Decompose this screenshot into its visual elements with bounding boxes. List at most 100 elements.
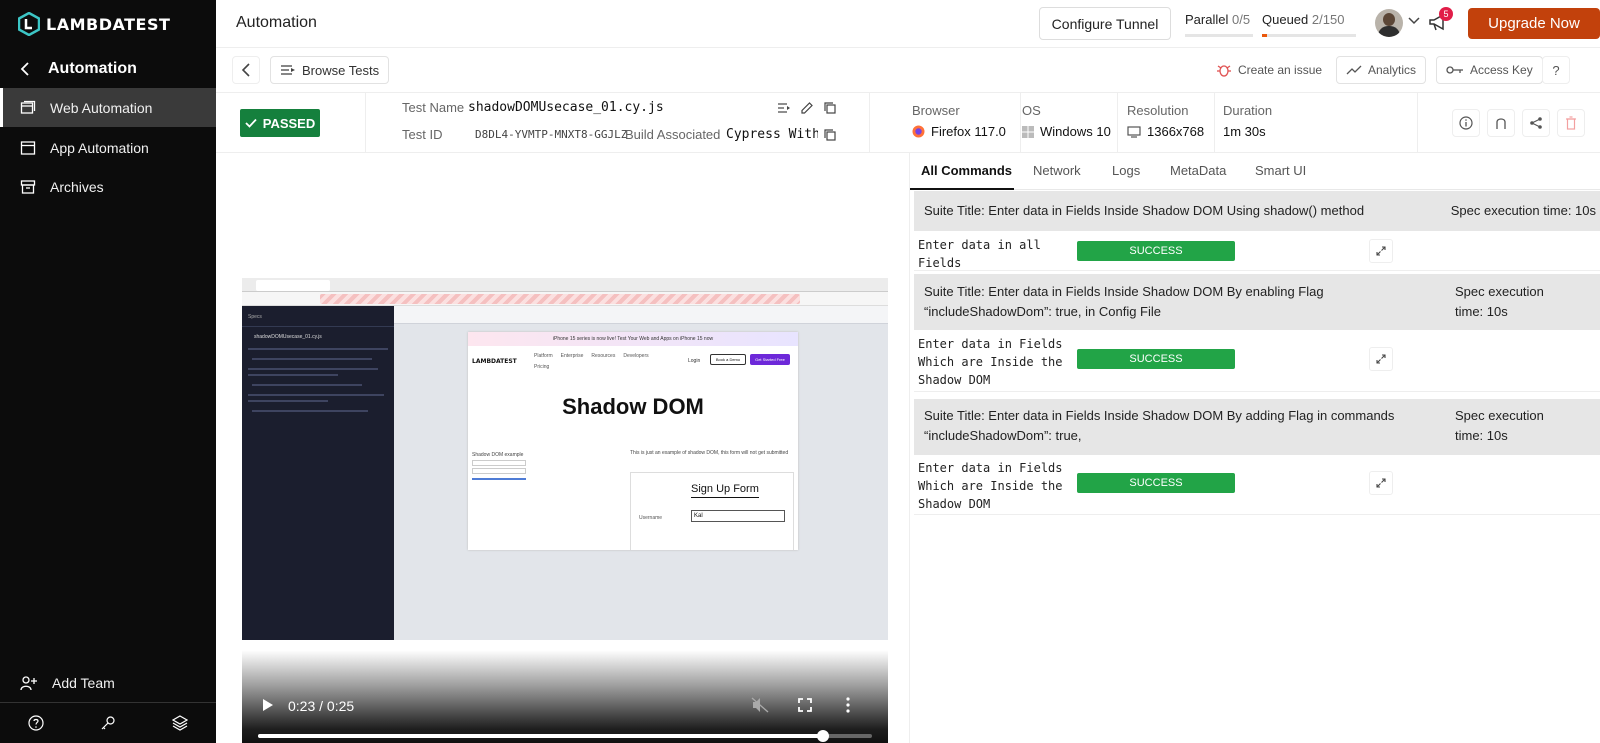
web-automation-icon [20, 100, 36, 114]
form-title: Sign Up Form [691, 483, 759, 498]
test-id-label: Test ID [402, 127, 443, 142]
sidebar-back-automation[interactable]: Automation [0, 53, 216, 85]
check-icon [245, 118, 257, 128]
spec-line [248, 368, 378, 370]
sidebar-item-label: Archives [50, 178, 104, 195]
more-vertical-icon[interactable] [845, 697, 851, 713]
mute-icon[interactable] [751, 697, 769, 713]
spec-execution-time: Spec execution time: 10s [1455, 284, 1544, 319]
avatar[interactable] [1375, 9, 1403, 37]
os-info: Windows 10 [1022, 124, 1111, 139]
status-badge: PASSED [240, 109, 320, 137]
tab-metadata[interactable]: MetaData [1170, 163, 1226, 178]
copy-icon[interactable] [823, 128, 837, 142]
inner-url-bar [394, 306, 888, 324]
access-key-button[interactable]: Access Key [1436, 56, 1543, 84]
tab-all-commands[interactable]: All Commands [921, 163, 1012, 178]
resolution-value: 1366x768 [1147, 124, 1205, 139]
cypress-spec-panel: Specs shadowDOMUsecase_01.cy.js [242, 306, 394, 640]
delete-button[interactable] [1557, 109, 1585, 137]
command-row[interactable]: Enter data in Fields Which are Inside th… [914, 455, 1600, 515]
list-play-icon[interactable] [777, 102, 791, 114]
fullscreen-icon[interactable] [798, 698, 812, 712]
command-row[interactable]: Enter data in Fields Which are Inside th… [914, 332, 1600, 392]
sidebar-item-web-automation[interactable]: Web Automation [0, 88, 216, 127]
build-link[interactable]: Cypress With… [726, 127, 818, 142]
play-icon[interactable] [260, 698, 274, 712]
chevron-left-icon [20, 62, 29, 76]
duration-value: 1m 30s [1223, 124, 1266, 139]
chevron-down-icon[interactable] [1408, 17, 1420, 25]
bug-icon [1217, 65, 1231, 77]
status-label: PASSED [262, 115, 316, 131]
magnet-button[interactable] [1487, 109, 1515, 137]
parallel-bar [1185, 34, 1253, 37]
expand-button[interactable] [1369, 239, 1393, 263]
resolution-info: 1366x768 [1127, 124, 1204, 139]
configure-tunnel-button[interactable]: Configure Tunnel [1039, 7, 1171, 40]
expand-button[interactable] [1369, 347, 1393, 371]
copy-icon[interactable] [823, 101, 837, 115]
create-issue-button[interactable]: Create an issue [1206, 56, 1333, 84]
browse-tests-button[interactable]: Browse Tests [270, 56, 390, 84]
tab-logs[interactable]: Logs [1112, 163, 1140, 178]
info-icon [1459, 116, 1473, 130]
video-seek-thumb[interactable] [816, 730, 829, 742]
upgrade-button[interactable]: Upgrade Now [1468, 8, 1600, 39]
lambdatest-logo[interactable]: LAMBDATEST [18, 12, 170, 36]
recorded-slider [472, 478, 526, 480]
divider [242, 326, 394, 327]
expand-button[interactable] [1369, 471, 1393, 495]
command-text: Enter data in Fields Which are Inside th… [918, 461, 1063, 511]
queued-bar-fill [1262, 34, 1267, 37]
info-button[interactable] [1452, 109, 1480, 137]
analytics-label: Analytics [1368, 63, 1417, 77]
queued-indicator: Queued 2/150 [1262, 12, 1344, 27]
key-icon[interactable] [100, 715, 116, 731]
sidebar-item-app-automation[interactable]: App Automation [0, 128, 216, 167]
add-team-button[interactable]: Add Team [0, 663, 216, 702]
spec-file-name: shadowDOMUsecase_01.cy.js [254, 334, 322, 340]
edit-pencil-icon[interactable] [800, 101, 814, 115]
brand-name: LAMBDATEST [46, 14, 171, 34]
key-icon [1446, 66, 1463, 74]
share-button[interactable] [1522, 109, 1550, 137]
tab-network[interactable]: Network [1033, 163, 1081, 178]
queued-label: Queued [1262, 12, 1309, 27]
tab-bar: All Commands Network Logs MetaData Smart… [910, 153, 1600, 190]
recorded-url [320, 294, 800, 304]
sidebar-back-label: Automation [48, 60, 137, 77]
success-badge: SUCCESS [1077, 241, 1235, 261]
video-seek-fill [258, 734, 823, 738]
success-badge: SUCCESS [1077, 349, 1235, 369]
suite-header: Suite Title: Enter data in Fields Inside… [914, 191, 1600, 231]
video-seek-bar[interactable] [258, 730, 872, 742]
suite-header: Suite Title: Enter data in Fields Inside… [914, 274, 1600, 330]
archive-icon [20, 179, 36, 194]
analytics-button[interactable]: Analytics [1336, 56, 1427, 84]
spec-execution-time: Spec execution time: 10s [1455, 408, 1544, 443]
recorded-nav: Platform Enterprise Resources Developers [534, 353, 649, 359]
recorded-nav-item: Developers [623, 353, 649, 359]
commands-panel: All Commands Network Logs MetaData Smart… [909, 153, 1600, 743]
spec-line [248, 400, 328, 402]
spec-line [248, 394, 384, 396]
back-button[interactable] [232, 56, 260, 84]
help-button[interactable]: ? [1542, 56, 1570, 84]
video-time: 0:23 / 0:25 [288, 698, 355, 714]
browser-info: Firefox 117.0 [912, 124, 1006, 139]
recorded-page: iPhone 15 series is now live! Test Your … [468, 332, 798, 550]
command-text: Enter data in all Fields [918, 238, 1041, 270]
sidebar-item-archives[interactable]: Archives [0, 167, 216, 206]
video-panel: Specs shadowDOMUsecase_01.cy.js iPhone 1… [238, 160, 888, 743]
layers-icon[interactable] [172, 715, 188, 731]
sidebar-item-label: App Automation [50, 139, 149, 156]
command-row[interactable]: Enter data in all Fields SUCCESS [914, 231, 1600, 271]
chevron-left-icon [241, 63, 250, 77]
tab-smart-ui[interactable]: Smart UI [1255, 163, 1306, 178]
spec-line [252, 410, 368, 412]
parallel-indicator: Parallel 0/5 [1185, 12, 1250, 27]
video-frame[interactable]: Specs shadowDOMUsecase_01.cy.js iPhone 1… [242, 278, 888, 640]
help-circle-icon[interactable] [28, 715, 44, 731]
shadow-example-label: Shadow DOM example [472, 452, 524, 458]
